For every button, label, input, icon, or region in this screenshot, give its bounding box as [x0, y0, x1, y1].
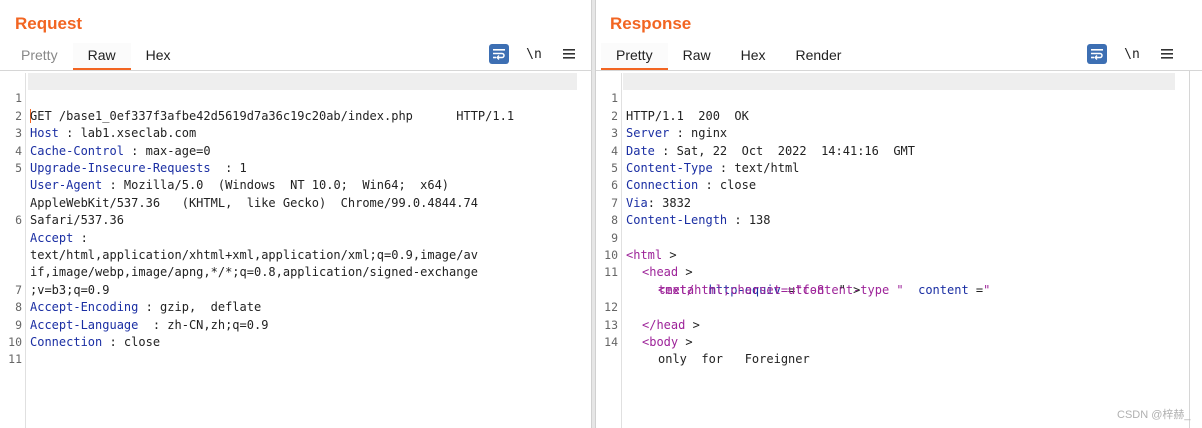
- request-line: 3 Cache-Control : max-age=0: [0, 108, 591, 157]
- request-show-newlines-button[interactable]: \n: [523, 44, 545, 64]
- response-line: 7 Content-Length : 138: [596, 177, 1202, 227]
- watermark: CSDN @梓赫_: [1117, 409, 1191, 421]
- body-text: only for Foreigner: [658, 352, 810, 367]
- request-line: 2 Host : lab1.xseclab.com: [0, 90, 591, 140]
- response-tab-hex[interactable]: Hex: [726, 43, 781, 71]
- response-line: 11 <meta http-equiv ="content-type " con…: [596, 247, 1202, 296]
- request-line: 5 User-Agent : Mozilla/5.0 (Windows NT 1…: [0, 143, 591, 192]
- response-line: 2 Server : nginx: [596, 90, 1202, 140]
- request-wrap-lines-button[interactable]: [489, 44, 509, 64]
- response-line: 8: [596, 195, 1202, 227]
- request-line: if,image/webp,image/apng,*/*;q=0.8,appli…: [0, 230, 591, 279]
- request-line: 7 Accept-Encoding : gzip, deflate: [0, 264, 591, 314]
- wrap-lines-icon: [493, 49, 505, 60]
- response-line: 9 <html >: [596, 212, 1202, 262]
- response-line: 14 only for Foreigner: [596, 317, 1202, 366]
- hamburger-icon: [563, 49, 575, 59]
- html-tag: <body: [642, 335, 679, 349]
- request-pane: Request Pretty Raw Hex \n 1 GET /base1_0…: [0, 0, 592, 428]
- request-tab-pretty[interactable]: Pretty: [6, 43, 73, 71]
- response-line: text/html;charset=utf-8 " >: [596, 264, 1202, 297]
- request-line: 11: [0, 334, 591, 366]
- request-line: 10: [0, 317, 591, 349]
- response-tab-render[interactable]: Render: [781, 43, 857, 71]
- request-line: 6 Accept :: [0, 195, 591, 244]
- request-toolbar: \n: [489, 44, 579, 64]
- response-line: 6 Via: 3832: [596, 160, 1202, 209]
- response-menu-button[interactable]: [1157, 44, 1177, 64]
- request-tabs-divider: [0, 70, 592, 71]
- response-line: 5 Connection : close: [596, 143, 1202, 192]
- response-toolbar: \n: [1087, 44, 1177, 64]
- request-menu-button[interactable]: [559, 44, 579, 64]
- response-editor[interactable]: 1 HTTP/1.1 200 OK 2 Server : nginx 3 Dat…: [596, 73, 1202, 428]
- wrap-lines-icon: [1091, 49, 1103, 60]
- request-line: 9 Connection : close: [0, 299, 591, 349]
- response-scrollbar[interactable]: [1189, 71, 1202, 428]
- response-tabs-divider: [596, 70, 1202, 71]
- response-line: 1 HTTP/1.1 200 OK: [596, 73, 1202, 122]
- request-line: Safari/537.36: [0, 177, 591, 227]
- response-show-newlines-button[interactable]: \n: [1121, 44, 1143, 64]
- request-editor[interactable]: 1 GET /base1_0ef337f3afbe42d5619d7a36c19…: [0, 73, 591, 428]
- response-pane: Response Pretty Raw Hex Render \n 1 HTTP…: [595, 0, 1202, 428]
- request-tab-raw[interactable]: Raw: [72, 43, 131, 71]
- response-line: 3 Date : Sat, 22 Oct 2022 14:41:16 GMT: [596, 108, 1202, 157]
- response-line: 13 <body >: [596, 299, 1202, 349]
- response-tab-pretty[interactable]: Pretty: [601, 43, 668, 71]
- request-line: text/html,application/xhtml+xml,applicat…: [0, 212, 591, 262]
- response-line: 4 Content-Type : text/html: [596, 125, 1202, 175]
- request-line: ;v=b3;q=0.9: [0, 247, 591, 297]
- line-number: 11: [8, 352, 22, 367]
- line-number: 14: [604, 335, 618, 349]
- request-line: 8 Accept-Language : zh-CN,zh;q=0.9: [0, 282, 591, 331]
- request-line: 4 Upgrade-Insecure-Requests : 1: [0, 125, 591, 175]
- request-line: 1 GET /base1_0ef337f3afbe42d5619d7a36c19…: [0, 73, 591, 124]
- response-tab-raw[interactable]: Raw: [668, 43, 726, 71]
- request-line: AppleWebKit/537.36 (KHTML, like Gecko) C…: [0, 160, 591, 210]
- response-wrap-lines-button[interactable]: [1087, 44, 1107, 64]
- response-tabs: Pretty Raw Hex Render: [601, 43, 856, 71]
- request-tabs: Pretty Raw Hex: [6, 43, 186, 71]
- response-line: 10 <head >: [596, 230, 1202, 279]
- hamburger-icon: [1161, 49, 1173, 59]
- request-tab-hex[interactable]: Hex: [131, 43, 186, 71]
- request-title: Request: [15, 14, 83, 33]
- tag-close: >: [678, 335, 693, 349]
- response-title: Response: [610, 14, 692, 33]
- response-line: 12 </head >: [596, 282, 1202, 331]
